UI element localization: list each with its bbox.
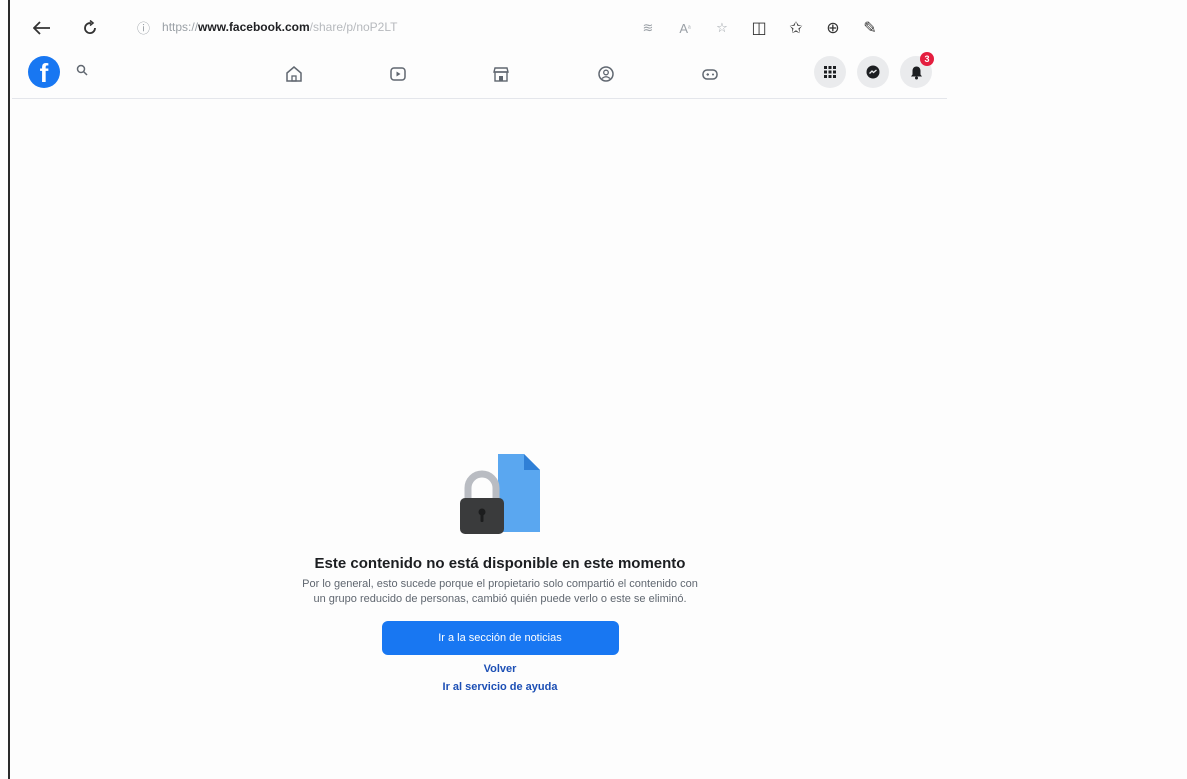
page-title: Este contenido no está disponible en est… bbox=[314, 555, 686, 572]
favorite-icon[interactable]: ☆ bbox=[711, 17, 733, 39]
browser-toolbar: ⓘ https:// www.facebook.com /share/p/noP… bbox=[12, 8, 952, 48]
notification-badge: 3 bbox=[920, 52, 934, 66]
go-to-news-feed-button[interactable]: Ir a la sección de noticias bbox=[381, 621, 619, 655]
facebook-logo[interactable]: f bbox=[28, 56, 60, 88]
gaming-icon[interactable] bbox=[696, 60, 724, 88]
back-arrow-icon[interactable] bbox=[30, 16, 54, 40]
facebook-header: f 3 bbox=[12, 50, 947, 99]
unavailable-content: Este contenido no está disponible en est… bbox=[300, 450, 700, 693]
help-center-link[interactable]: Ir al servicio de ayuda bbox=[300, 681, 700, 693]
marketplace-icon[interactable] bbox=[487, 60, 515, 88]
home-icon[interactable] bbox=[280, 60, 308, 88]
favorites-bar-icon[interactable]: ✩ bbox=[785, 17, 807, 39]
menu-grid-icon[interactable] bbox=[814, 56, 846, 88]
messenger-icon[interactable] bbox=[857, 56, 889, 88]
collections-icon[interactable]: ⊕ bbox=[822, 17, 844, 39]
search-icon[interactable] bbox=[76, 64, 88, 79]
url-path: /share/p/noP2LT bbox=[309, 20, 398, 34]
back-link[interactable]: Volver bbox=[300, 663, 700, 675]
lock-document-icon bbox=[460, 454, 540, 534]
groups-icon[interactable] bbox=[592, 60, 620, 88]
video-icon[interactable] bbox=[384, 60, 412, 88]
url-domain: www.facebook.com bbox=[198, 20, 310, 34]
split-screen-icon[interactable]: ◫ bbox=[748, 17, 770, 39]
address-bar[interactable]: ⓘ https:// www.facebook.com /share/p/noP… bbox=[137, 16, 397, 38]
text-size-icon[interactable]: Aᵃ bbox=[674, 17, 696, 39]
notifications-icon[interactable]: 3 bbox=[900, 52, 934, 88]
page-description: Por lo general, esto sucede porque el pr… bbox=[302, 578, 698, 605]
info-icon[interactable]: ⓘ bbox=[137, 18, 150, 37]
url-prefix: https:// bbox=[162, 20, 199, 34]
window-edge bbox=[8, 0, 10, 779]
extensions-icon[interactable]: ✎ bbox=[859, 17, 881, 39]
reload-icon[interactable] bbox=[78, 16, 102, 40]
locked-content-illustration bbox=[450, 450, 550, 542]
browser-actions: ≋ Aᵃ ☆ ◫ ✩ ⊕ ✎ bbox=[637, 17, 896, 39]
read-aloud-icon[interactable]: ≋ bbox=[637, 17, 659, 39]
